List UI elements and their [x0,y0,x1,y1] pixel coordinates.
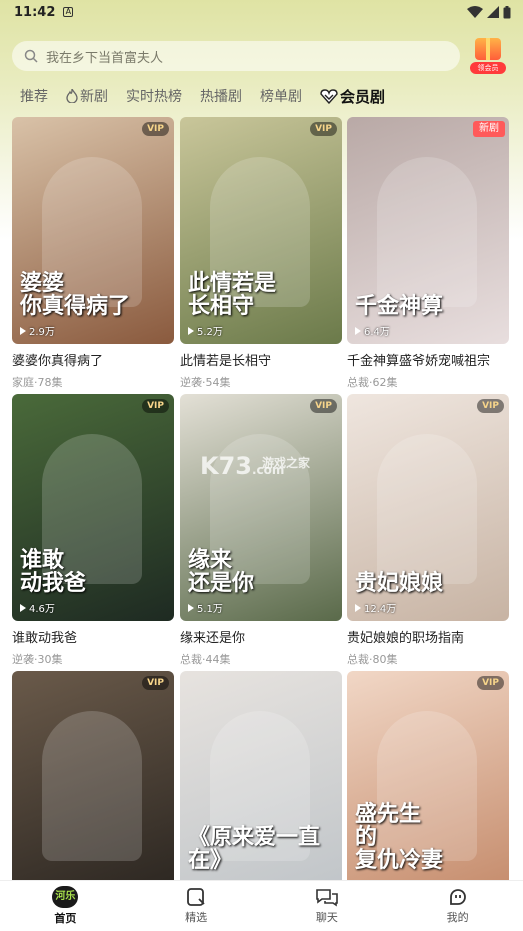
poster-title-text: 婆婆 你真得病了 [20,269,131,319]
heart-vip-icon [320,88,338,104]
vip-badge: VIP [142,676,169,690]
drama-card[interactable]: 谁敢 动我爸 VIP 4.6万谁敢动我爸逆袭·30集 [12,394,174,667]
drama-meta: 总裁·62集 [347,376,398,389]
poster-title-text: 千金神算 [355,292,444,319]
drama-title[interactable]: 缘来还是你 [180,627,342,646]
search-bar[interactable]: 我在乡下当首富夫人 [12,41,460,71]
drama-card[interactable]: 婆婆 你真得病了 VIP 2.9万婆婆你真得病了家庭·78集 [12,117,174,390]
vip-badge: VIP [310,399,337,413]
nav-chat[interactable]: 聊天 [287,887,367,925]
play-icon [20,326,26,335]
poster-title-text: 《原来爱一直在》 [188,823,321,873]
vip-badge: VIP [477,399,504,413]
drama-meta: 总裁·44集 [180,653,231,666]
search-row: 我在乡下当首富夫人 领会员 [12,38,511,74]
drama-poster[interactable]: 千金神算 新剧 6.4万 [347,117,509,344]
nav-featured[interactable]: 精选 [156,887,236,925]
poster-title-text: 谁敢 动我爸 [20,546,87,596]
drama-poster[interactable]: 贵妃娘娘 VIP 12.4万 [347,394,509,621]
poster-title-text: 此情若是 长相守 [188,269,277,319]
poster-title-text: 缘来 还是你 [188,546,255,596]
gift-label: 领会员 [470,62,506,74]
drama-meta: 逆袭·30集 [12,653,63,666]
drama-poster[interactable]: 谁敢 动我爸 VIP 4.6万 [12,394,174,621]
home-logo-icon: 河乐 [52,886,79,908]
status-time: 11:42 [14,4,56,20]
play-count: 2.9万 [20,323,55,338]
tab-new[interactable]: 新剧 [66,86,108,106]
chat-icon [316,889,338,907]
profile-icon [449,889,466,905]
drama-card[interactable]: 贵妃娘娘 VIP 12.4万贵妃娘娘的职场指南总裁·80集 [347,394,509,667]
drama-title[interactable]: 千金神算盛爷娇宠喊祖宗 [347,350,509,369]
play-icon [188,326,194,335]
new-badge: 新剧 [473,121,505,137]
play-icon [188,603,194,612]
poster-title-text: 盛先生 的 复仇冷妻 [355,800,444,873]
play-count-value: 5.2万 [197,327,223,338]
play-count-value: 2.9万 [29,327,55,338]
drama-poster[interactable]: 《原来爱一直在》 [180,671,342,898]
search-icon [24,49,38,63]
drama-card[interactable]: 缘来 还是你 VIP 5.1万缘来还是你总裁·44集 [180,394,342,667]
play-square-icon [187,888,205,906]
drama-poster[interactable]: VIP [12,671,174,898]
tab-hot-play[interactable]: 热播剧 [200,86,242,106]
play-count: 12.4万 [355,600,396,615]
drama-poster[interactable]: 盛先生 的 复仇冷妻 VIP [347,671,509,898]
play-count-value: 5.1万 [197,604,223,615]
wifi-icon [467,6,483,18]
vip-badge: VIP [142,399,169,413]
play-icon [355,326,361,335]
vip-gift-button[interactable]: 领会员 [470,38,506,74]
play-count: 5.2万 [188,323,223,338]
flame-icon [66,89,78,103]
vip-badge: VIP [142,122,169,136]
poster-figures [42,711,142,861]
battery-icon [503,5,511,18]
drama-card[interactable]: 《原来爱一直在》 [180,671,342,898]
status-bar: 11:42 A [0,0,523,24]
play-count-value: 6.4万 [364,327,390,338]
drama-card[interactable]: 盛先生 的 复仇冷妻 VIP [347,671,509,898]
poster-figures [377,157,477,307]
tab-vip[interactable]: 会员剧 [320,86,385,107]
tab-realtime-hot[interactable]: 实时热榜 [126,86,182,106]
drama-meta: 总裁·80集 [347,653,398,666]
tab-recommend[interactable]: 推荐 [20,86,48,106]
drama-title[interactable]: 谁敢动我爸 [12,627,174,646]
nav-home[interactable]: 河乐 首页 [25,886,105,926]
vip-badge: VIP [310,122,337,136]
play-count: 6.4万 [355,323,390,338]
bottom-nav: 河乐 首页 精选 聊天 我的 [0,880,523,931]
category-tabs: 推荐 新剧 实时热榜 热播剧 榜单剧 会员剧 [20,84,403,108]
play-icon [20,603,26,612]
drama-meta: 家庭·78集 [12,376,63,389]
vip-badge: VIP [477,676,504,690]
drama-title[interactable]: 婆婆你真得病了 [12,350,174,369]
signal-icon [487,6,499,18]
drama-card[interactable]: VIP [12,671,174,898]
poster-figures [377,434,477,584]
drama-title[interactable]: 此情若是长相守 [180,350,342,369]
play-count: 4.6万 [20,600,55,615]
drama-card[interactable]: 此情若是 长相守 VIP 5.2万此情若是长相守逆袭·54集 [180,117,342,390]
notification-icon: A [63,7,74,17]
drama-poster[interactable]: 婆婆 你真得病了 VIP 2.9万 [12,117,174,344]
drama-poster[interactable]: 此情若是 长相守 VIP 5.2万 [180,117,342,344]
play-count: 5.1万 [188,600,223,615]
tab-ranking[interactable]: 榜单剧 [260,86,302,106]
nav-profile[interactable]: 我的 [418,887,498,925]
play-count-value: 4.6万 [29,604,55,615]
drama-poster[interactable]: 缘来 还是你 VIP 5.1万 [180,394,342,621]
play-icon [355,603,361,612]
search-placeholder: 我在乡下当首富夫人 [46,50,164,66]
play-count-value: 12.4万 [364,604,397,615]
drama-meta: 逆袭·54集 [180,376,231,389]
poster-title-text: 贵妃娘娘 [355,569,444,596]
drama-title[interactable]: 贵妃娘娘的职场指南 [347,627,509,646]
drama-card[interactable]: 千金神算 新剧 6.4万千金神算盛爷娇宠喊祖宗总裁·62集 [347,117,509,390]
gift-icon [475,38,501,60]
